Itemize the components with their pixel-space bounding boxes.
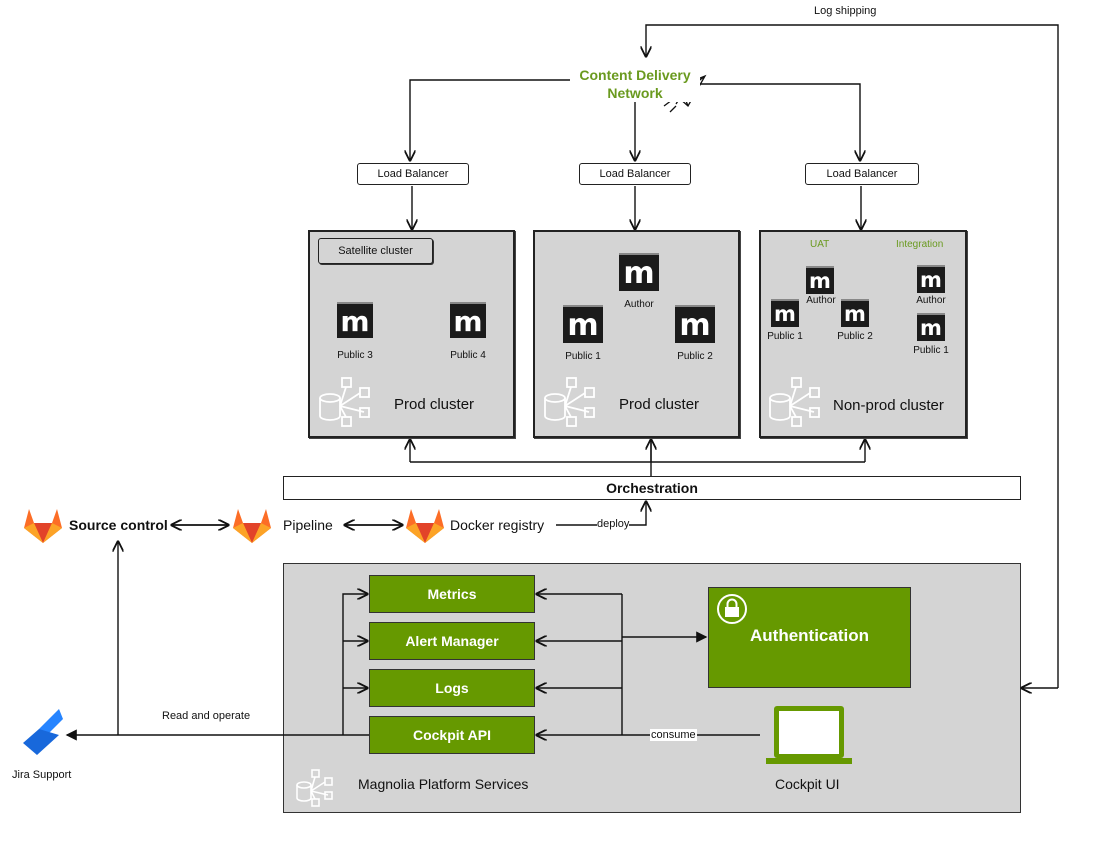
metrics-service[interactable]: Metrics [369, 575, 535, 613]
orchestration-bar[interactable]: Orchestration [283, 476, 1021, 500]
source-control-label[interactable]: Source control [69, 517, 168, 533]
magnolia-node-icon[interactable]: m [619, 253, 659, 291]
pipeline-label[interactable]: Pipeline [283, 517, 333, 533]
jira-support-label: Jira Support [12, 769, 72, 781]
platform-database-icon [296, 769, 333, 807]
magnolia-node-icon[interactable]: m [841, 299, 869, 327]
magnolia-node-icon[interactable]: m [917, 265, 945, 293]
cluster-label: Prod cluster [619, 396, 700, 413]
gitlab-icon [24, 509, 62, 543]
cluster-database-icon [544, 377, 595, 427]
log-shipping-label: Log shipping [814, 5, 877, 17]
cluster-label: Non-prod cluster [833, 397, 944, 414]
cluster-database-icon [769, 377, 820, 427]
magnolia-node-icon[interactable]: m [771, 299, 799, 327]
laptop-icon[interactable] [766, 704, 852, 766]
gitlab-icon [233, 509, 271, 543]
node-label: Author [916, 295, 946, 306]
cockpit-api-service[interactable]: Cockpit API [369, 716, 535, 754]
magnolia-node-icon[interactable]: m [337, 302, 373, 338]
integration-label: Integration [896, 239, 944, 250]
logs-service[interactable]: Logs [369, 669, 535, 707]
gitlab-icon [406, 509, 444, 543]
deploy-label: deploy [597, 518, 630, 530]
magnolia-node-icon[interactable]: m [450, 302, 486, 338]
node-label: Author [624, 299, 654, 310]
magnolia-node-icon[interactable]: m [563, 305, 603, 343]
alert-manager-service[interactable]: Alert Manager [369, 622, 535, 660]
node-label: Public 1 [565, 351, 601, 362]
consume-label: consume [650, 729, 697, 741]
magnolia-node-icon[interactable]: m [917, 313, 945, 341]
magnolia-node-icon[interactable]: m [806, 266, 834, 294]
node-label: Public 3 [337, 350, 373, 361]
node-label: Public 2 [837, 331, 873, 342]
load-balancer-3[interactable]: Load Balancer [805, 163, 919, 185]
jira-icon[interactable] [19, 707, 67, 757]
cdn-label: Content Delivery Network [570, 66, 700, 102]
load-balancer-2[interactable]: Load Balancer [579, 163, 691, 185]
node-label: Public 1 [767, 331, 803, 342]
magnolia-node-icon[interactable]: m [675, 305, 715, 343]
cockpit-ui-label: Cockpit UI [775, 776, 840, 792]
load-balancer-1[interactable]: Load Balancer [357, 163, 469, 185]
lock-icon [717, 594, 747, 624]
docker-registry-label[interactable]: Docker registry [450, 517, 544, 533]
node-label: Public 1 [913, 345, 949, 356]
cluster-label: Prod cluster [394, 396, 475, 413]
read-and-operate-label: Read and operate [162, 710, 251, 722]
uat-label: UAT [810, 239, 830, 250]
platform-title: Magnolia Platform Services [358, 776, 529, 792]
satellite-cluster-badge: Satellite cluster [318, 238, 433, 264]
cluster-database-icon [319, 377, 370, 427]
node-label: Public 4 [450, 350, 486, 361]
node-label: Public 2 [677, 351, 713, 362]
